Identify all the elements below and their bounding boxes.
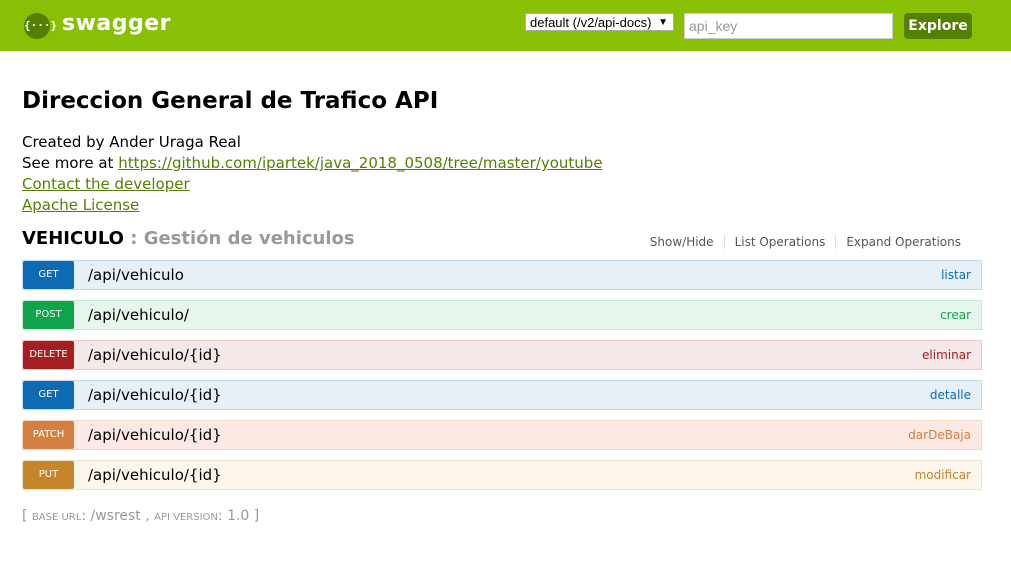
operation-row[interactable]: POST /api/vehiculo/ crear (22, 300, 982, 330)
base-url-value: : /wsrest , (81, 508, 155, 524)
operation-nickname[interactable]: detalle (930, 388, 971, 402)
method-badge[interactable]: GET (23, 261, 74, 289)
method-badge[interactable]: POST (23, 301, 74, 329)
see-more-line: See more at https://github.com/ipartek/j… (22, 154, 603, 172)
operation-nickname[interactable]: listar (941, 268, 971, 282)
resource-heading[interactable]: VEHICULO : Gestión de vehiculos (22, 228, 355, 249)
operation-row[interactable]: PUT /api/vehiculo/{id} modificar (22, 460, 982, 490)
operation-path[interactable]: /api/vehiculo/ (88, 306, 940, 324)
resource-name[interactable]: VEHICULO (22, 228, 124, 249)
api-version-value: : 1.0 ] (217, 508, 260, 524)
see-more-prefix: See more at (22, 154, 119, 172)
show-hide-link[interactable]: Show/Hide (640, 235, 724, 249)
contact-developer-link[interactable]: Contact the developer (22, 175, 190, 193)
top-bar: {···} swagger default (/v2/api-docs) ▼ E… (0, 0, 1011, 51)
api-version-label: api version (154, 512, 218, 523)
base-url-label: base url (31, 512, 82, 523)
operation-path[interactable]: /api/vehiculo/{id} (88, 346, 922, 364)
footer-open-bracket: [ (22, 508, 32, 524)
method-badge[interactable]: PATCH (23, 421, 74, 449)
spec-select-dropdown[interactable]: default (/v2/api-docs) ▼ (525, 13, 674, 31)
resource-description: Gestión de vehiculos (143, 228, 355, 249)
operation-nickname[interactable]: darDeBaja (908, 428, 971, 442)
created-by-text: Created by Ander Uraga Real (22, 133, 241, 151)
page-title: Direccion General de Trafico API (22, 88, 439, 114)
list-operations-link[interactable]: List Operations (723, 235, 836, 249)
operation-row[interactable]: DELETE /api/vehiculo/{id} eliminar (22, 340, 982, 370)
method-badge[interactable]: DELETE (23, 341, 74, 369)
operation-row[interactable]: GET /api/vehiculo/{id} detalle (22, 380, 982, 410)
operation-nickname[interactable]: crear (940, 308, 971, 322)
spec-select-value: default (/v2/api-docs) (530, 15, 652, 30)
operation-path[interactable]: /api/vehiculo (88, 266, 941, 284)
resource-separator: : (123, 228, 144, 249)
operation-path[interactable]: /api/vehiculo/{id} (88, 426, 908, 444)
method-badge[interactable]: GET (23, 381, 74, 409)
operation-nickname[interactable]: eliminar (922, 348, 971, 362)
swagger-logo-text[interactable]: swagger (62, 11, 171, 36)
operation-row[interactable]: PATCH /api/vehiculo/{id} darDeBaja (22, 420, 982, 450)
swagger-logo-icon[interactable]: {···} (24, 13, 57, 39)
license-link[interactable]: Apache License (22, 196, 139, 214)
method-badge[interactable]: PUT (23, 461, 74, 489)
operation-row[interactable]: GET /api/vehiculo listar (22, 260, 982, 290)
license-line: Apache License (22, 196, 139, 214)
expand-operations-link[interactable]: Expand Operations (835, 235, 971, 249)
operation-nickname[interactable]: modificar (915, 468, 971, 482)
github-link[interactable]: https://github.com/ipartek/java_2018_050… (118, 154, 602, 172)
api-info-footer: [ base url: /wsrest , api version: 1.0 ] (22, 508, 259, 524)
operation-path[interactable]: /api/vehiculo/{id} (88, 466, 915, 484)
operation-path[interactable]: /api/vehiculo/{id} (88, 386, 930, 404)
contact-line: Contact the developer (22, 175, 190, 193)
dropdown-caret-icon: ▼ (658, 17, 668, 28)
resource-actions: Show/Hide List Operations Expand Operati… (640, 235, 971, 249)
explore-button[interactable]: Explore (904, 13, 972, 39)
api-key-input[interactable] (684, 13, 893, 39)
